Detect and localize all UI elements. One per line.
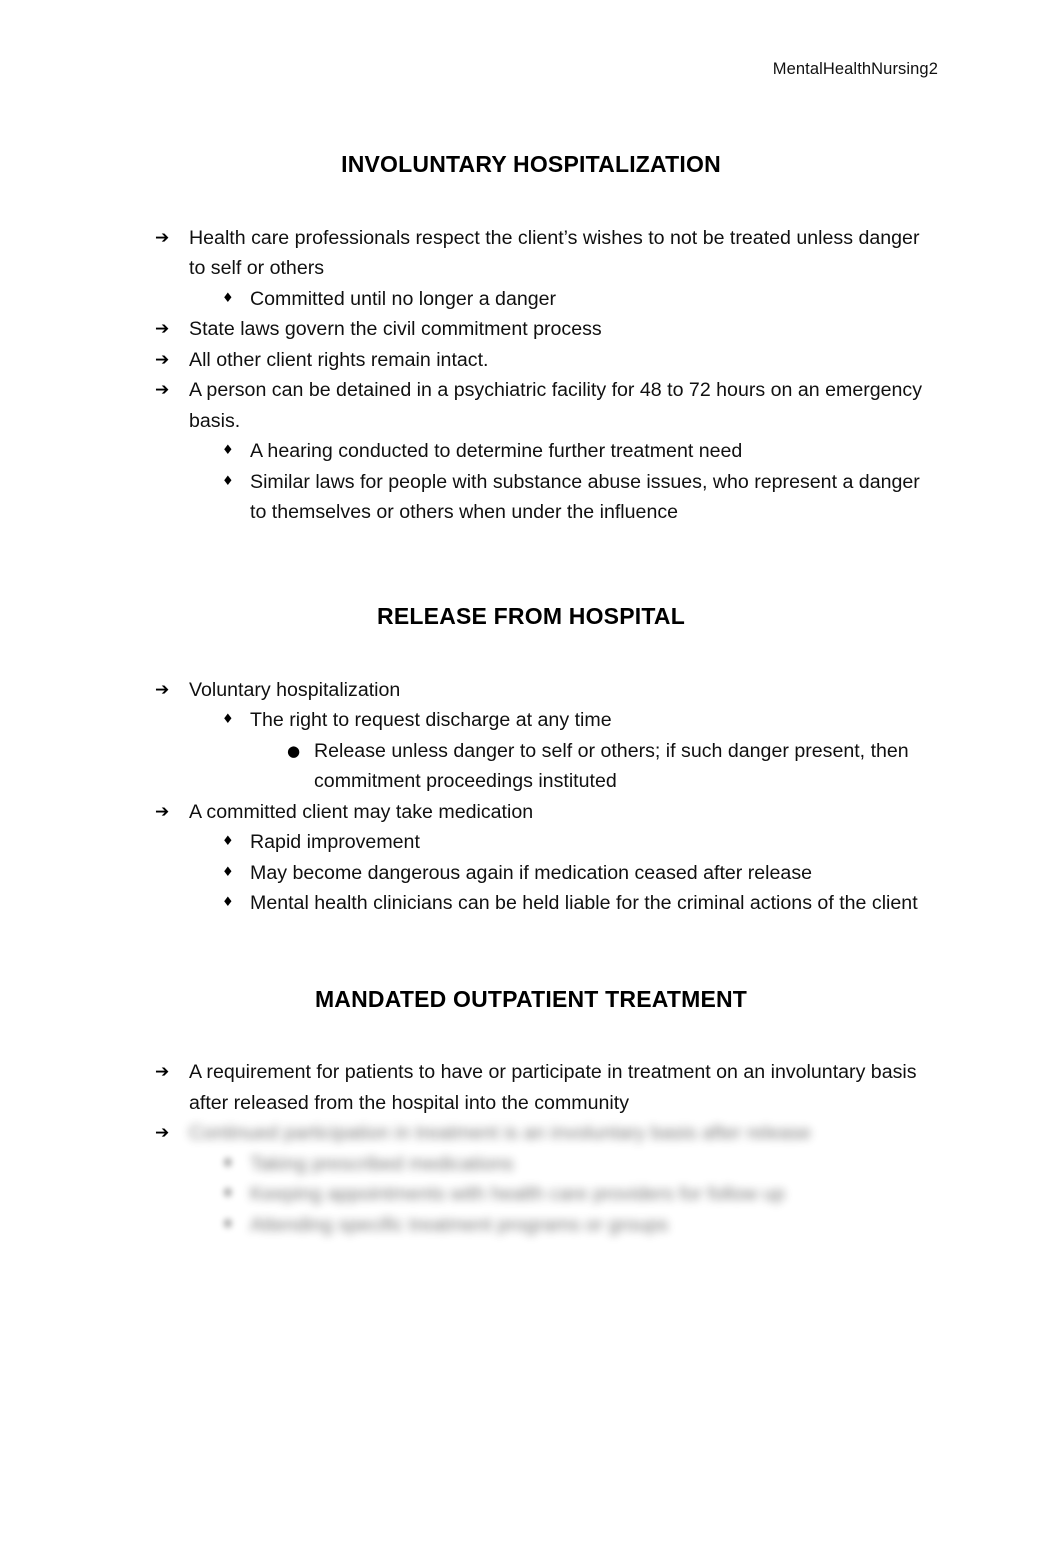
list-item-text: A requirement for patients to have or pa… [189, 1061, 917, 1114]
list-item-text: Similar laws for people with substance a… [250, 470, 920, 524]
list-item: ♦ The right to request discharge at any … [222, 705, 938, 736]
list-item: ➔ State laws govern the civil commitment… [155, 314, 938, 345]
list-item-text: May become dangerous again if medication… [250, 861, 813, 884]
arrow-bullet-icon: ➔ [155, 801, 170, 822]
section-involuntary-hospitalization: INVOLUNTARY HOSPITALIZATION ➔ Health car… [124, 150, 938, 528]
diamond-bullet-icon: ♦ [222, 1155, 234, 1171]
diamond-bullet-icon: ♦ [222, 1186, 234, 1202]
list-item-text: A hearing conducted to determine further… [250, 440, 743, 463]
list-item: ➔ Health care professionals respect the … [155, 223, 938, 284]
bullet-list: ➔ Health care professionals respect the … [124, 223, 938, 528]
document-header: MentalHealthNursing2 [772, 60, 938, 78]
list-item: ➔ All other client rights remain intact. [155, 345, 938, 376]
list-item-text: State laws govern the civil commitment p… [189, 318, 602, 341]
list-item: ♦ A hearing conducted to determine furth… [222, 436, 938, 467]
list-item: ♦ Similar laws for people with substance… [222, 467, 938, 528]
list-item: ➔ A person can be detained in a psychiat… [155, 375, 938, 436]
list-item: ♦ Mental health clinicians can be held l… [222, 888, 938, 919]
section-release-from-hospital: RELEASE FROM HOSPITAL ➔ Voluntary hospit… [124, 602, 938, 919]
arrow-bullet-icon: ➔ [155, 1123, 170, 1144]
diamond-bullet-icon: ♦ [222, 712, 234, 727]
diamond-bullet-icon: ♦ [222, 443, 234, 459]
list-item-text: A person can be detained in a psychiatri… [189, 379, 923, 432]
section-heading: MANDATED OUTPATIENT TREATMENT [314, 985, 748, 1012]
list-item-text: Health care professionals respect the cl… [189, 226, 920, 280]
list-item: ● Release unless danger to self or other… [287, 736, 938, 797]
diamond-bullet-icon: ♦ [222, 895, 234, 910]
list-item: ♦ Keeping appointments with health care … [222, 1179, 938, 1210]
list-item: ➔ Voluntary hospitalization [155, 675, 938, 706]
list-item-text: Rapid improvement [250, 831, 420, 853]
obscured-bullet-list: ➔ Continued participation in treatment i… [124, 1118, 938, 1240]
list-item-text: The right to request discharge at any ti… [250, 709, 612, 731]
section-mandated-outpatient-treatment: MANDATED OUTPATIENT TREATMENT ➔ A requir… [124, 985, 938, 1241]
list-item: ♦ Committed until no longer a danger [222, 284, 938, 315]
arrow-bullet-icon: ➔ [155, 679, 170, 700]
list-item-text: All other client rights remain intact. [189, 348, 489, 371]
arrow-bullet-icon: ➔ [155, 380, 170, 401]
list-item: ♦ Rapid improvement [222, 827, 938, 858]
obscured-list-item-text: Continued participation in treatment is … [189, 1122, 811, 1145]
diamond-bullet-icon: ♦ [222, 1216, 234, 1232]
document-page: MentalHealthNursing2 INVOLUNTARY HOSPITA… [0, 0, 1062, 1556]
obscured-list-item-text: Taking prescribed medications [250, 1152, 514, 1175]
arrow-bullet-icon: ➔ [155, 319, 170, 340]
list-item-text: Mental health clinicians can be held lia… [250, 892, 918, 914]
bullet-list: ➔ A requirement for patients to have or … [124, 1057, 938, 1118]
diamond-bullet-icon: ♦ [222, 290, 234, 306]
diamond-bullet-icon: ♦ [222, 834, 234, 849]
document-content: INVOLUNTARY HOSPITALIZATION ➔ Health car… [124, 150, 938, 1240]
list-item: ➔ Continued participation in treatment i… [155, 1118, 938, 1149]
list-item: ➔ A committed client may take medication [155, 797, 938, 828]
arrow-bullet-icon: ➔ [155, 227, 170, 248]
diamond-bullet-icon: ♦ [222, 473, 234, 489]
obscured-list-item-text: Keeping appointments with health care pr… [250, 1183, 785, 1206]
round-bullet-icon: ● [287, 741, 301, 760]
list-item-text: Voluntary hospitalization [189, 678, 401, 701]
list-item-text: A committed client may take medication [189, 800, 534, 823]
list-item: ♦ Taking prescribed medications [222, 1149, 938, 1180]
arrow-bullet-icon: ➔ [155, 349, 170, 370]
diamond-bullet-icon: ♦ [222, 864, 234, 880]
obscured-list-item-text: Attending specific treatment programs or… [250, 1213, 669, 1236]
section-heading: INVOLUNTARY HOSPITALIZATION [341, 151, 721, 177]
arrow-bullet-icon: ➔ [155, 1062, 170, 1083]
list-item-text: Release unless danger to self or others;… [314, 739, 909, 793]
list-item: ♦ May become dangerous again if medicati… [222, 858, 938, 889]
list-item-text: Committed until no longer a danger [250, 287, 557, 310]
bullet-list: ➔ Voluntary hospitalization ♦ The right … [124, 675, 938, 919]
list-item: ♦ Attending specific treatment programs … [222, 1210, 938, 1241]
list-item: ➔ A requirement for patients to have or … [155, 1057, 938, 1118]
section-heading: RELEASE FROM HOSPITAL [377, 602, 685, 629]
